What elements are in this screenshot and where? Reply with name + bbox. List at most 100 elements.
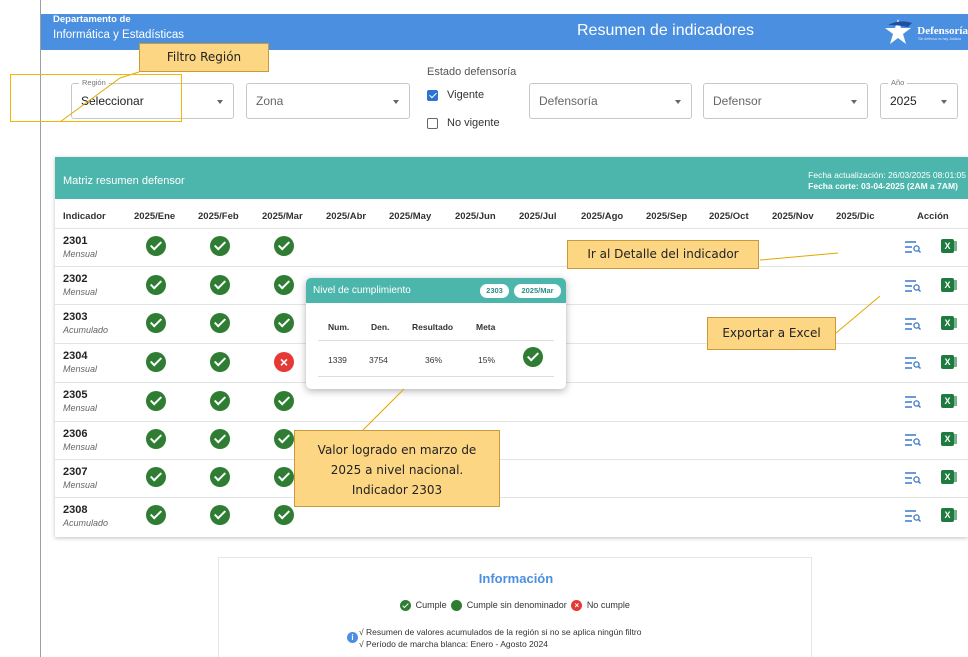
anio-select[interactable]: Año 2025 — [880, 78, 958, 119]
col-mar: 2025/Mar — [262, 211, 303, 222]
anio-legend: Año — [888, 78, 908, 87]
excel-icon[interactable]: X — [941, 432, 957, 446]
indicator-id: 2304 — [63, 350, 88, 362]
detail-search-icon[interactable] — [905, 357, 921, 369]
indicator-id: 2302 — [63, 273, 88, 285]
col-abr: 2025/Abr — [326, 211, 367, 222]
callout-region-filter: Filtro Región — [139, 43, 269, 72]
detail-search-icon[interactable] — [905, 510, 921, 522]
col-oct: 2025/Oct — [709, 211, 749, 222]
check-circle-icon[interactable] — [210, 467, 230, 487]
vigente-label: Vigente — [447, 89, 485, 101]
no-vigente-checkbox[interactable]: No vigente — [427, 117, 500, 129]
detail-search-icon[interactable] — [905, 396, 921, 408]
info-note: √ Resumen de valores acumulados de la re… — [359, 627, 642, 637]
info-notes: √ Resumen de valores acumulados de la re… — [359, 626, 642, 650]
excel-icon[interactable]: X — [941, 316, 957, 330]
check-circle-icon[interactable] — [210, 352, 230, 372]
indicator-type: Mensual — [63, 442, 98, 452]
check-circle-icon[interactable] — [146, 391, 166, 411]
estado-label: Estado defensoría — [427, 66, 517, 78]
check-circle-icon[interactable] — [146, 275, 166, 295]
matrix-header: Matriz resumen defensor Fecha actualizac… — [55, 157, 968, 199]
check-circle-icon[interactable] — [274, 429, 294, 449]
detail-search-icon[interactable] — [905, 318, 921, 330]
checkbox-unchecked-icon[interactable] — [427, 117, 438, 129]
zona-select[interactable]: Zona — [246, 83, 410, 119]
popup-col-meta: Meta — [476, 322, 496, 332]
indicator-id: 2306 — [63, 428, 88, 440]
indicator-type: Mensual — [63, 480, 98, 490]
indicator-id: 2308 — [63, 504, 88, 516]
check-circle-icon — [400, 600, 412, 612]
col-feb: 2025/Feb — [198, 211, 239, 222]
check-circle-icon[interactable] — [146, 352, 166, 372]
defensor-select[interactable]: Defensor — [703, 83, 868, 119]
callout-detail: Ir al Detalle del indicador — [567, 240, 759, 269]
check-circle-icon[interactable] — [274, 467, 294, 487]
excel-icon[interactable]: X — [941, 508, 957, 522]
legend-ok-label: Cumple — [415, 600, 447, 610]
chevron-down-icon — [851, 100, 857, 104]
check-circle-icon[interactable] — [146, 313, 166, 333]
fail-circle-icon[interactable]: × — [274, 352, 294, 372]
excel-icon[interactable]: X — [941, 278, 957, 292]
detail-search-icon[interactable] — [905, 241, 921, 253]
popup-value-num: 1339 — [328, 355, 347, 365]
chevron-down-icon — [217, 100, 223, 104]
callout-value: Valor logrado en marzo de 2025 a nivel n… — [294, 430, 500, 507]
table-row: 2306 Mensual — [55, 421, 968, 459]
info-panel: Información Cumple Cumple sin denominado… — [218, 557, 812, 657]
indicator-id: 2305 — [63, 389, 88, 401]
legend-fail-label: No cumple — [586, 600, 630, 610]
callout-value-line2: 2025 a nivel nacional. — [330, 463, 464, 477]
chevron-down-icon — [941, 100, 947, 104]
indicator-type: Mensual — [63, 364, 98, 374]
check-circle-icon[interactable] — [146, 236, 166, 256]
check-circle-icon[interactable] — [210, 391, 230, 411]
indicator-type: Mensual — [63, 249, 98, 259]
popup-value-resultado: 36% — [425, 355, 443, 365]
check-circle-icon[interactable] — [274, 236, 294, 256]
defensoria-logo: Defensoría Sin defensa no hay Justicia — [882, 17, 968, 45]
check-circle-icon[interactable] — [274, 275, 294, 295]
check-circle-icon[interactable] — [210, 505, 230, 525]
excel-icon[interactable]: X — [941, 470, 957, 484]
chevron-down-icon — [393, 100, 399, 104]
indicator-type: Mensual — [63, 287, 98, 297]
check-circle-icon[interactable] — [146, 429, 166, 449]
check-circle-icon[interactable] — [210, 429, 230, 449]
detail-search-icon[interactable] — [905, 472, 921, 484]
check-circle-icon[interactable] — [274, 505, 294, 525]
check-circle-icon — [523, 347, 543, 367]
col-ago: 2025/Ago — [581, 211, 624, 222]
popup-value-den: 3754 — [369, 355, 388, 365]
detail-search-icon[interactable] — [905, 280, 921, 292]
check-circle-icon[interactable] — [210, 236, 230, 256]
check-circle-icon[interactable] — [146, 505, 166, 525]
check-circle-icon[interactable] — [210, 313, 230, 333]
excel-icon[interactable]: X — [941, 394, 957, 408]
excel-icon[interactable]: X — [941, 355, 957, 369]
check-circle-icon[interactable] — [274, 391, 294, 411]
check-circle-icon[interactable] — [274, 313, 294, 333]
indicator-type: Acumulado — [63, 518, 109, 528]
info-note: √ Período de marcha blanca: Enero - Agos… — [359, 639, 548, 649]
department-line2: Informática y Estadísticas — [53, 29, 185, 41]
defensoria-select[interactable]: Defensoría — [529, 83, 692, 119]
check-circle-icon[interactable] — [210, 275, 230, 295]
anio-value: 2025 — [890, 94, 917, 108]
col-accion: Acción — [917, 211, 949, 222]
col-dic: 2025/Dic — [836, 211, 875, 222]
check-circle-icon[interactable] — [146, 467, 166, 487]
checkbox-checked-icon[interactable] — [427, 89, 438, 101]
col-indicador: Indicador — [63, 211, 106, 222]
info-icon: i — [347, 632, 358, 643]
defensoria-placeholder: Defensoría — [539, 94, 598, 108]
detail-search-icon[interactable] — [905, 434, 921, 446]
matrix-dates: Fecha actualización: 26/03/2025 08:01:05… — [808, 170, 966, 192]
popup-title: Nivel de cumplimiento — [313, 285, 411, 296]
vigente-checkbox[interactable]: Vigente — [427, 89, 484, 101]
popup-header: Nivel de cumplimiento 2303 2025/Mar — [306, 278, 566, 303]
excel-icon[interactable]: X — [941, 239, 957, 253]
